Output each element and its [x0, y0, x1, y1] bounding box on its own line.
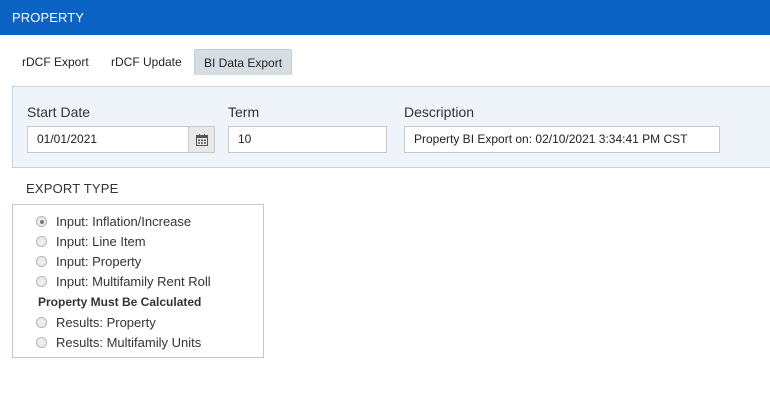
tab-rdcf-update[interactable]: rDCF Update	[111, 49, 182, 75]
radio-button[interactable]	[36, 236, 47, 247]
radio-label: Results: Multifamily Units	[56, 335, 202, 350]
app-header: PROPERTY	[0, 0, 770, 35]
results-section-heading: Property Must Be Calculated	[38, 295, 202, 309]
export-type-heading: EXPORT TYPE	[26, 181, 119, 196]
radio-label: Input: Inflation/Increase	[56, 214, 192, 229]
radio-button[interactable]	[36, 337, 47, 348]
radio-label: Input: Multifamily Rent Roll	[56, 274, 211, 289]
radio-label: Input: Property	[56, 254, 142, 269]
term-label: Term	[228, 104, 260, 120]
radio-button[interactable]	[36, 216, 47, 227]
tab-bi-data-export[interactable]: BI Data Export	[194, 49, 293, 75]
calendar-icon	[196, 134, 208, 146]
term-input[interactable]: 10	[228, 126, 387, 153]
page-title: PROPERTY	[12, 10, 85, 25]
radio-button[interactable]	[36, 276, 47, 287]
description-label: Description	[404, 104, 475, 120]
radio-button[interactable]	[36, 317, 47, 328]
export-form-panel: Start Date Term Description 01/01/2021 1…	[12, 86, 770, 168]
date-picker-button[interactable]	[188, 126, 215, 153]
radio-button[interactable]	[36, 256, 47, 267]
export-type-group: Input: Inflation/Increase Input: Line It…	[12, 204, 264, 358]
radio-label: Results: Property	[56, 315, 156, 330]
tab-rdcf-export[interactable]: rDCF Export	[22, 49, 89, 75]
start-date-input[interactable]: 01/01/2021	[27, 126, 189, 153]
radio-label: Input: Line Item	[56, 234, 146, 249]
description-input[interactable]: Property BI Export on: 02/10/2021 3:34:4…	[404, 126, 720, 153]
start-date-label: Start Date	[27, 104, 91, 120]
